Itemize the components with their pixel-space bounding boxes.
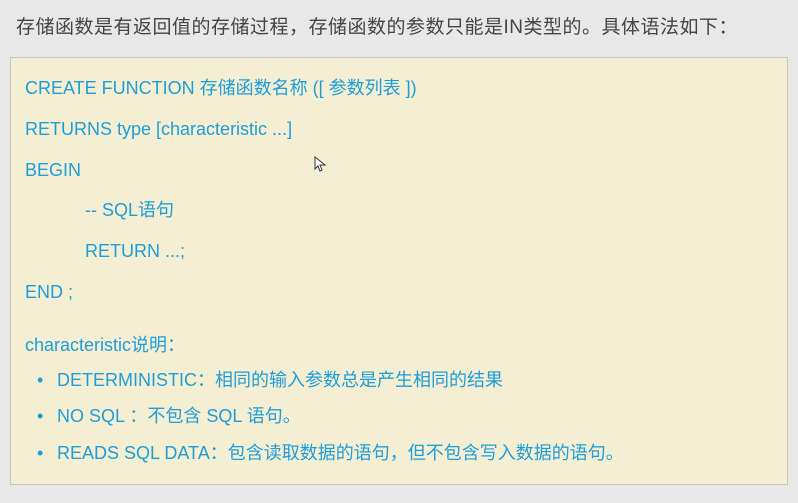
code-line-sql-comment: -- SQL语句 <box>25 196 773 225</box>
list-item: • NO SQL ：不包含 SQL 语句。 <box>29 401 773 432</box>
code-line-return: RETURN ...; <box>25 237 773 266</box>
list-item-text: NO SQL ：不包含 SQL 语句。 <box>57 401 773 432</box>
code-line-end: END ; <box>25 278 773 307</box>
code-line-create: CREATE FUNCTION 存储函数名称 ([ 参数列表 ]) <box>25 74 773 103</box>
characteristic-heading: characteristic说明： <box>25 331 773 357</box>
bullet-icon: • <box>29 401 57 432</box>
code-line-begin: BEGIN <box>25 156 773 185</box>
bullet-icon: • <box>29 438 57 469</box>
list-item-text: READS SQL DATA：包含读取数据的语句，但不包含写入数据的语句。 <box>57 438 773 469</box>
bullet-icon: • <box>29 365 57 396</box>
list-item-text: DETERMINISTIC：相同的输入参数总是产生相同的结果 <box>57 365 773 396</box>
intro-text: 存储函数是有返回值的存储过程，存储函数的参数只能是IN类型的。具体语法如下： <box>10 12 788 39</box>
characteristic-list: • DETERMINISTIC：相同的输入参数总是产生相同的结果 • NO SQ… <box>25 365 773 469</box>
list-item: • READS SQL DATA：包含读取数据的语句，但不包含写入数据的语句。 <box>29 438 773 469</box>
list-item: • DETERMINISTIC：相同的输入参数总是产生相同的结果 <box>29 365 773 396</box>
code-line-returns: RETURNS type [characteristic ...] <box>25 115 773 144</box>
code-block: CREATE FUNCTION 存储函数名称 ([ 参数列表 ]) RETURN… <box>10 57 788 485</box>
